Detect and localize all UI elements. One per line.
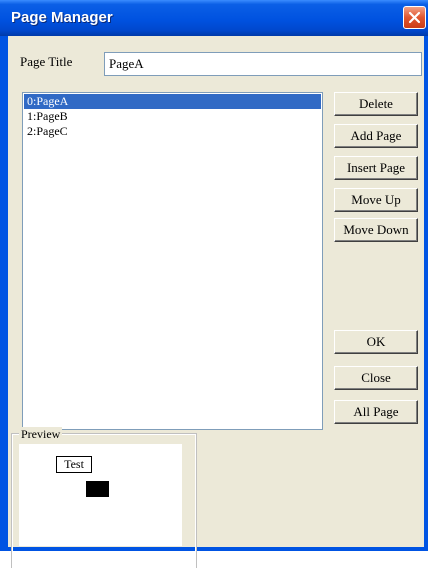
close-icon	[408, 11, 421, 24]
preview-text-box: Test	[56, 456, 92, 473]
add-page-button[interactable]: Add Page	[334, 124, 418, 148]
window-title: Page Manager	[11, 9, 113, 26]
insert-page-button[interactable]: Insert Page	[334, 156, 418, 180]
list-item[interactable]: 0:PageA	[24, 94, 321, 109]
dialog-body: Page Title 0:PageA1:PageB2:PageC Delete …	[8, 36, 424, 568]
delete-button[interactable]: Delete	[334, 92, 418, 116]
close-button[interactable]: Close	[334, 366, 418, 390]
preview-black-rectangle	[86, 481, 109, 497]
close-window-button[interactable]	[403, 6, 426, 29]
page-list[interactable]: 0:PageA 1:PageB 2:PageC	[22, 92, 323, 430]
preview-canvas: Test	[19, 444, 182, 546]
list-item[interactable]: 2:PageC	[24, 124, 321, 139]
list-item[interactable]: 1:PageB	[24, 109, 321, 124]
all-page-button[interactable]: All Page	[334, 400, 418, 424]
title-bar[interactable]: Page Manager	[0, 0, 428, 36]
page-title-label: Page Title	[20, 54, 73, 69]
move-down-button[interactable]: Move Down	[334, 218, 418, 242]
ok-button[interactable]: OK	[334, 330, 418, 354]
move-up-button[interactable]: Move Up	[334, 188, 418, 212]
preview-caption: Preview	[19, 427, 63, 441]
page-manager-window: Page Manager Page Title 0:PageA1:PageB2:…	[0, 0, 428, 568]
preview-group: Preview Test	[11, 427, 197, 568]
page-title-input[interactable]	[104, 52, 422, 76]
